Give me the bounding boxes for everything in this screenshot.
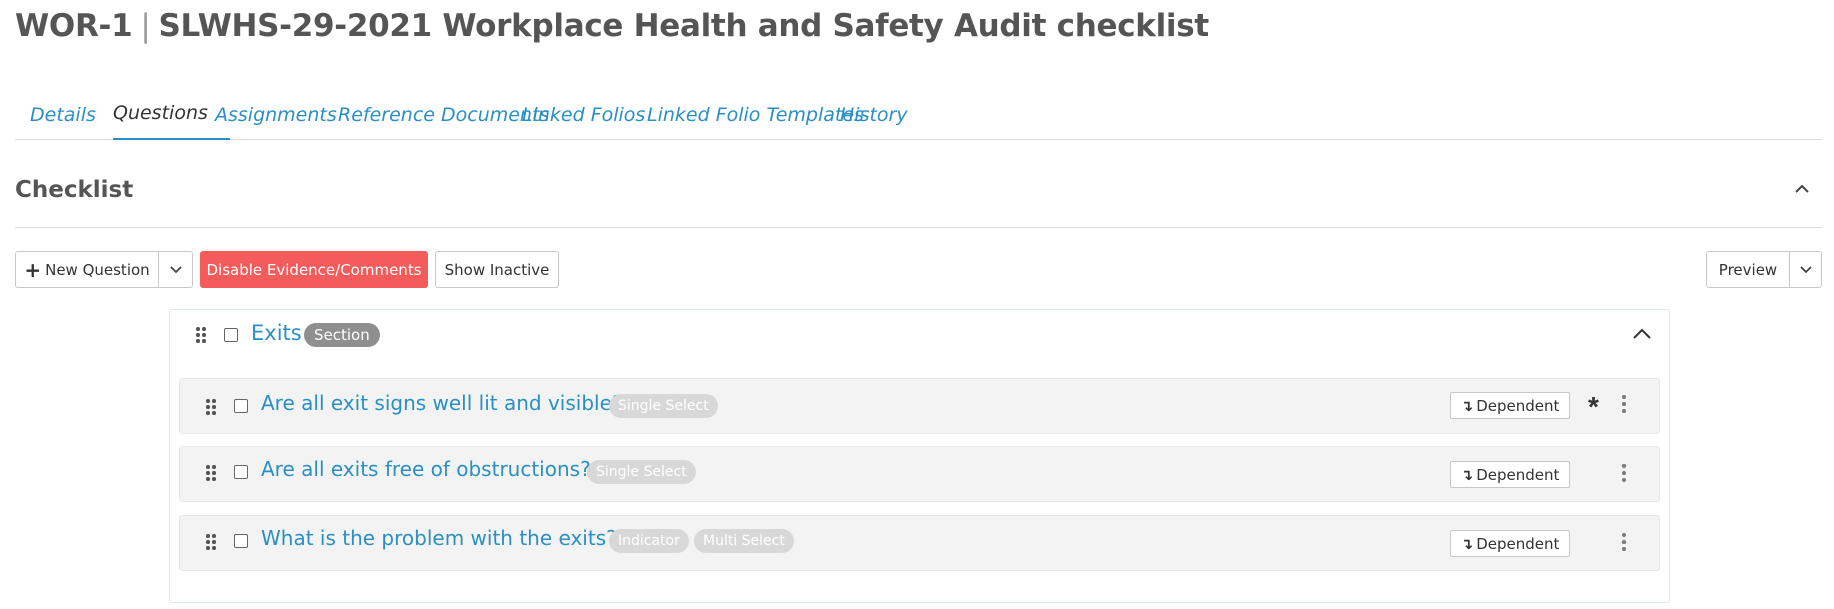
page-title-text: SLWHS-29-2021 Workplace Health and Safet… [158, 8, 1210, 44]
chevron-up-icon[interactable] [1631, 324, 1653, 344]
section-type-badge: Section [304, 323, 380, 347]
section-name[interactable]: Exits [251, 321, 302, 345]
question-checkbox[interactable] [234, 534, 248, 548]
dependent-label: Dependent [1476, 465, 1560, 484]
tab-questions[interactable]: Questions [113, 102, 208, 124]
more-options-icon[interactable] [1618, 531, 1630, 555]
page-code: WOR-1 [15, 8, 133, 44]
question-row: Are all exit signs well lit and visible?… [179, 378, 1660, 434]
tab-assignments[interactable]: Assignments [215, 104, 337, 126]
question-text[interactable]: What is the problem with the exits? [261, 526, 617, 550]
title-separator: | [140, 8, 151, 44]
active-tab-indicator [113, 138, 230, 140]
question-type-badge: Single Select [609, 394, 718, 418]
question-text[interactable]: Are all exits free of obstructions? [261, 457, 591, 481]
tab-bar: Details Questions Assignments Reference … [15, 84, 1822, 140]
show-inactive-button[interactable]: Show Inactive [435, 251, 559, 288]
disable-evidence-comments-button[interactable]: Disable Evidence/Comments [200, 251, 428, 288]
tab-reference-documents[interactable]: Reference Documents [338, 104, 549, 126]
question-checkbox[interactable] [234, 399, 248, 413]
drag-handle-icon[interactable] [196, 327, 206, 343]
drag-handle-icon[interactable] [206, 399, 216, 415]
section-header-row: Exits Section [170, 310, 1669, 360]
question-row: What is the problem with the exits? Indi… [179, 515, 1660, 571]
tab-linked-folios[interactable]: Linked Folios [522, 104, 645, 126]
chevron-down-icon [1799, 265, 1812, 273]
preview-button[interactable]: Preview [1706, 251, 1790, 288]
required-asterisk-icon: * [1588, 391, 1599, 422]
section-card: Exits Section Are all exit signs well li… [169, 309, 1670, 603]
new-question-label: New Question [45, 260, 150, 279]
question-type-badge: Multi Select [694, 529, 794, 553]
tab-details[interactable]: Details [30, 104, 96, 126]
preview-dropdown-button[interactable] [1789, 251, 1822, 288]
dependent-label: Dependent [1476, 534, 1560, 553]
page-title: WOR-1 | SLWHS-29-2021 Workplace Health and… [15, 8, 1209, 44]
checklist-header: Checklist [15, 165, 1822, 228]
question-row: Are all exits free of obstructions? Sing… [179, 446, 1660, 502]
dependent-button[interactable]: ↴ Dependent [1450, 392, 1570, 419]
drag-handle-icon[interactable] [206, 465, 216, 481]
question-checkbox[interactable] [234, 465, 248, 479]
plus-icon: + [24, 257, 42, 282]
dependent-arrow-icon: ↴ [1460, 534, 1474, 553]
question-type-badge: Indicator [609, 529, 689, 553]
more-options-icon[interactable] [1618, 462, 1630, 486]
drag-handle-icon[interactable] [206, 534, 216, 550]
dependent-arrow-icon: ↴ [1460, 465, 1474, 484]
dependent-arrow-icon: ↴ [1460, 396, 1474, 415]
dependent-button[interactable]: ↴ Dependent [1450, 461, 1570, 488]
new-question-button[interactable]: + New Question [15, 251, 159, 288]
checklist-heading: Checklist [15, 177, 134, 203]
question-type-badge: Single Select [587, 460, 696, 484]
tab-linked-folio-templates[interactable]: Linked Folio Templates [647, 104, 864, 126]
chevron-up-icon[interactable] [1792, 179, 1812, 199]
more-options-icon[interactable] [1618, 393, 1630, 417]
dependent-label: Dependent [1476, 396, 1560, 415]
chevron-down-icon [169, 265, 182, 273]
new-question-dropdown-button[interactable] [158, 251, 193, 288]
section-checkbox[interactable] [224, 328, 238, 342]
tab-history[interactable]: History [840, 104, 908, 126]
dependent-button[interactable]: ↴ Dependent [1450, 530, 1570, 557]
question-text[interactable]: Are all exit signs well lit and visible? [261, 391, 623, 415]
